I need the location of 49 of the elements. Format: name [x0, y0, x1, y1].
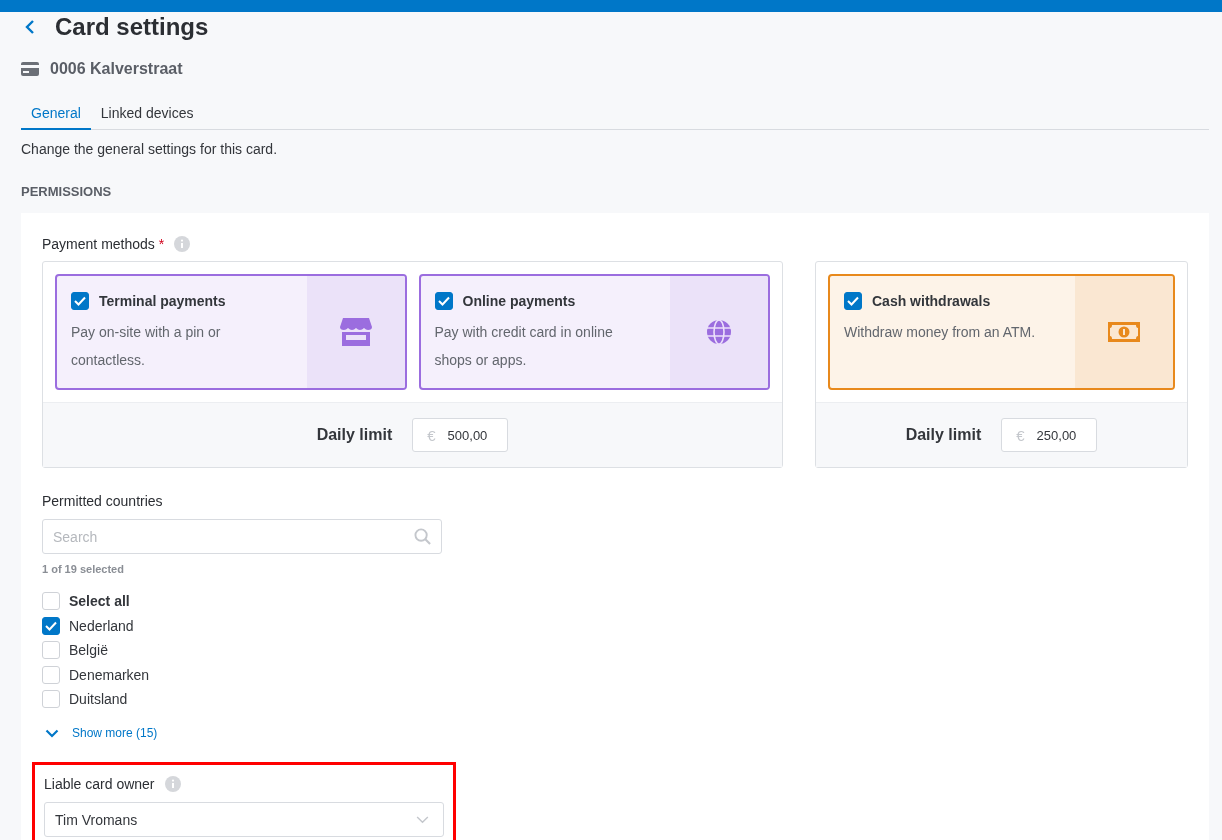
currency-symbol: € [1016, 426, 1025, 444]
payment-method-card[interactable]: Terminal payments Pay on-site with a pin or contactless. [55, 274, 407, 390]
search-field[interactable]: Search [42, 519, 442, 554]
checkbox[interactable] [71, 292, 89, 310]
field-label: Payment methods [42, 236, 155, 252]
amount-value: 500,00 [447, 427, 488, 443]
checkbox-label: Duitsland [69, 691, 128, 707]
limit-label: Daily limit [316, 426, 393, 444]
owner-dropdown[interactable]: Tim Vromans [44, 802, 444, 837]
checkbox-label: België [69, 642, 108, 658]
method-title: Cash withdrawals [872, 293, 991, 309]
checkbox-label: Denemarken [69, 666, 150, 683]
tab[interactable]: General [21, 105, 91, 130]
checkbox-label: Nederland [69, 617, 134, 634]
method-description: Pay on-site with a pin or contactless. [71, 323, 222, 370]
method-description: Withdraw money from an ATM. [844, 323, 1037, 342]
description-text: Change the general settings for this card. [21, 141, 279, 157]
field-label: Liable card owner [44, 776, 155, 792]
chevron-down-icon [45, 728, 59, 738]
show-more-link[interactable]: Show more (15) [72, 726, 158, 740]
method-title: Online payments [462, 293, 576, 309]
store-icon [339, 318, 372, 346]
search-icon [414, 528, 431, 545]
amount-field[interactable]: € 250,00 [1001, 418, 1098, 452]
method-description: Pay with credit card in online shops or apps. [434, 323, 614, 370]
info-icon[interactable] [174, 236, 191, 252]
checkbox-label: Select all [69, 593, 130, 609]
page-title: Card settings [55, 13, 209, 41]
selection-count: 1 of 19 selected [42, 563, 125, 577]
payment-method-card[interactable]: Cash withdrawals Withdraw money from an ATM. [828, 274, 1175, 390]
chevron-down-icon [416, 815, 429, 824]
currency-symbol: € [427, 426, 436, 444]
amount-field[interactable]: € 500,00 [412, 418, 509, 452]
field-label: Permitted countries [42, 493, 163, 509]
banknote-icon [1108, 322, 1140, 342]
limit-label: Daily limit [905, 426, 982, 444]
required-mark: * [158, 236, 165, 252]
checkbox[interactable] [42, 616, 60, 635]
section-heading: PERMISSIONS [21, 184, 113, 200]
checkbox[interactable] [434, 292, 453, 310]
payment-method-card[interactable]: Online payments Pay with credit card in online shops or apps. [418, 274, 770, 390]
card-name: 0006 Kalverstraat [50, 60, 183, 78]
amount-value: 250,00 [1036, 427, 1077, 443]
method-title: Terminal payments [99, 293, 226, 309]
tab[interactable]: Linked devices [90, 105, 204, 130]
card-icon [21, 62, 39, 76]
globe-icon [706, 319, 732, 345]
checkbox[interactable] [844, 292, 862, 310]
info-icon[interactable] [164, 776, 181, 792]
